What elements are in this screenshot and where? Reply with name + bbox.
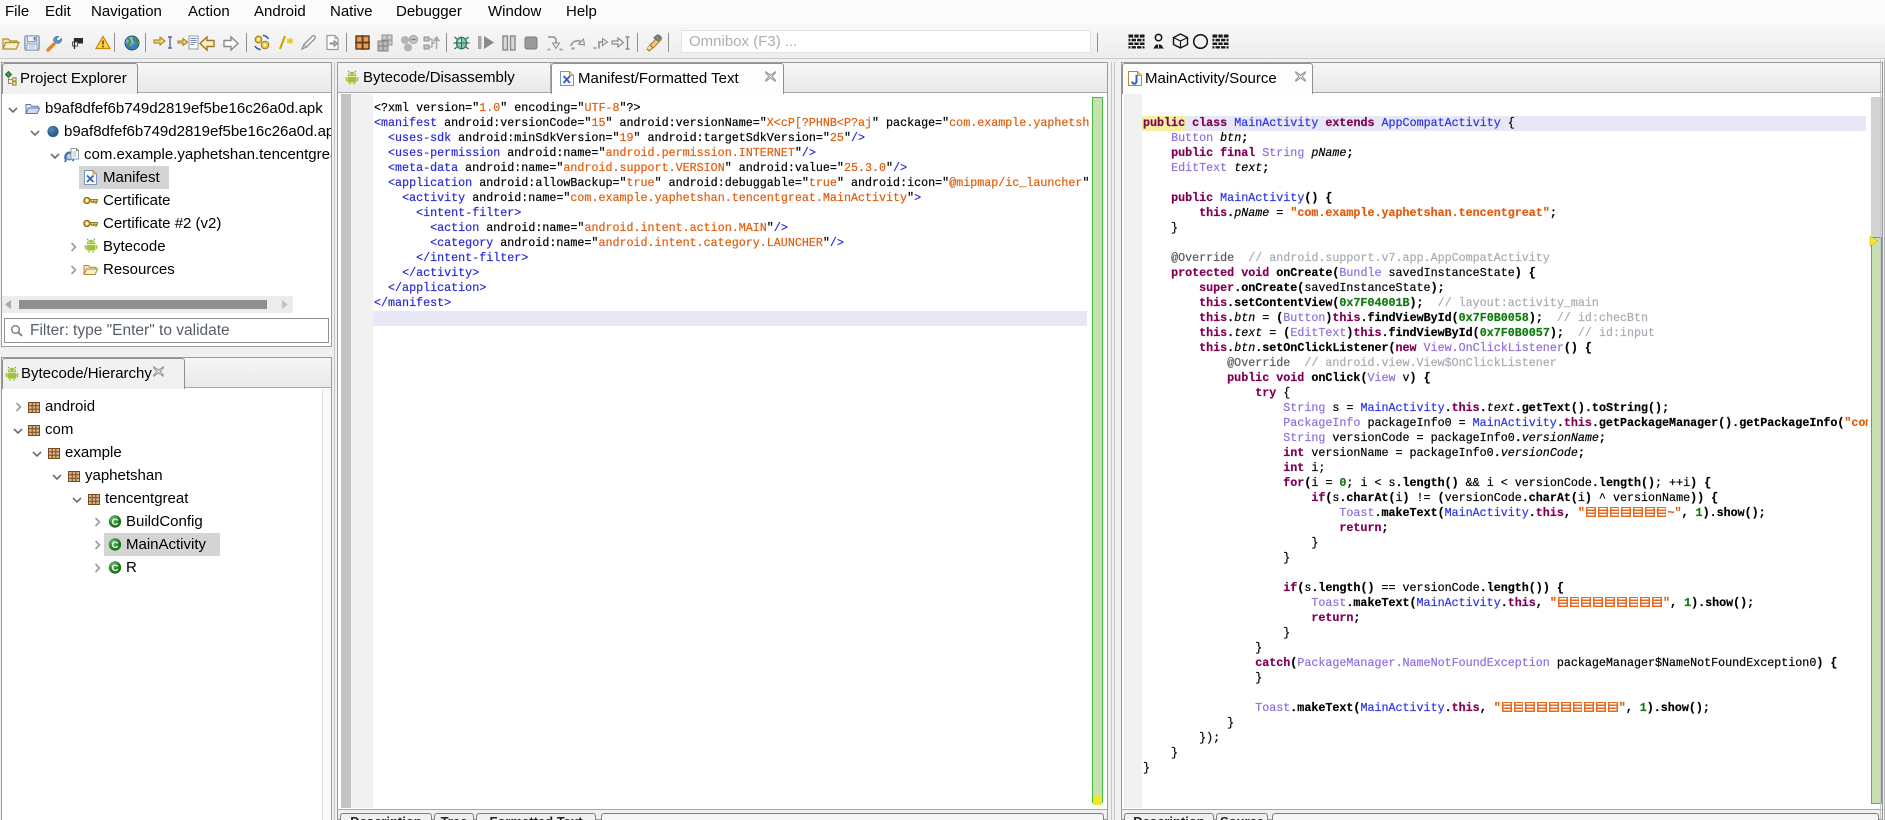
svg-text:C: C [112, 517, 119, 528]
svg-text:C: C [112, 540, 119, 551]
svg-text:C: C [112, 563, 119, 574]
